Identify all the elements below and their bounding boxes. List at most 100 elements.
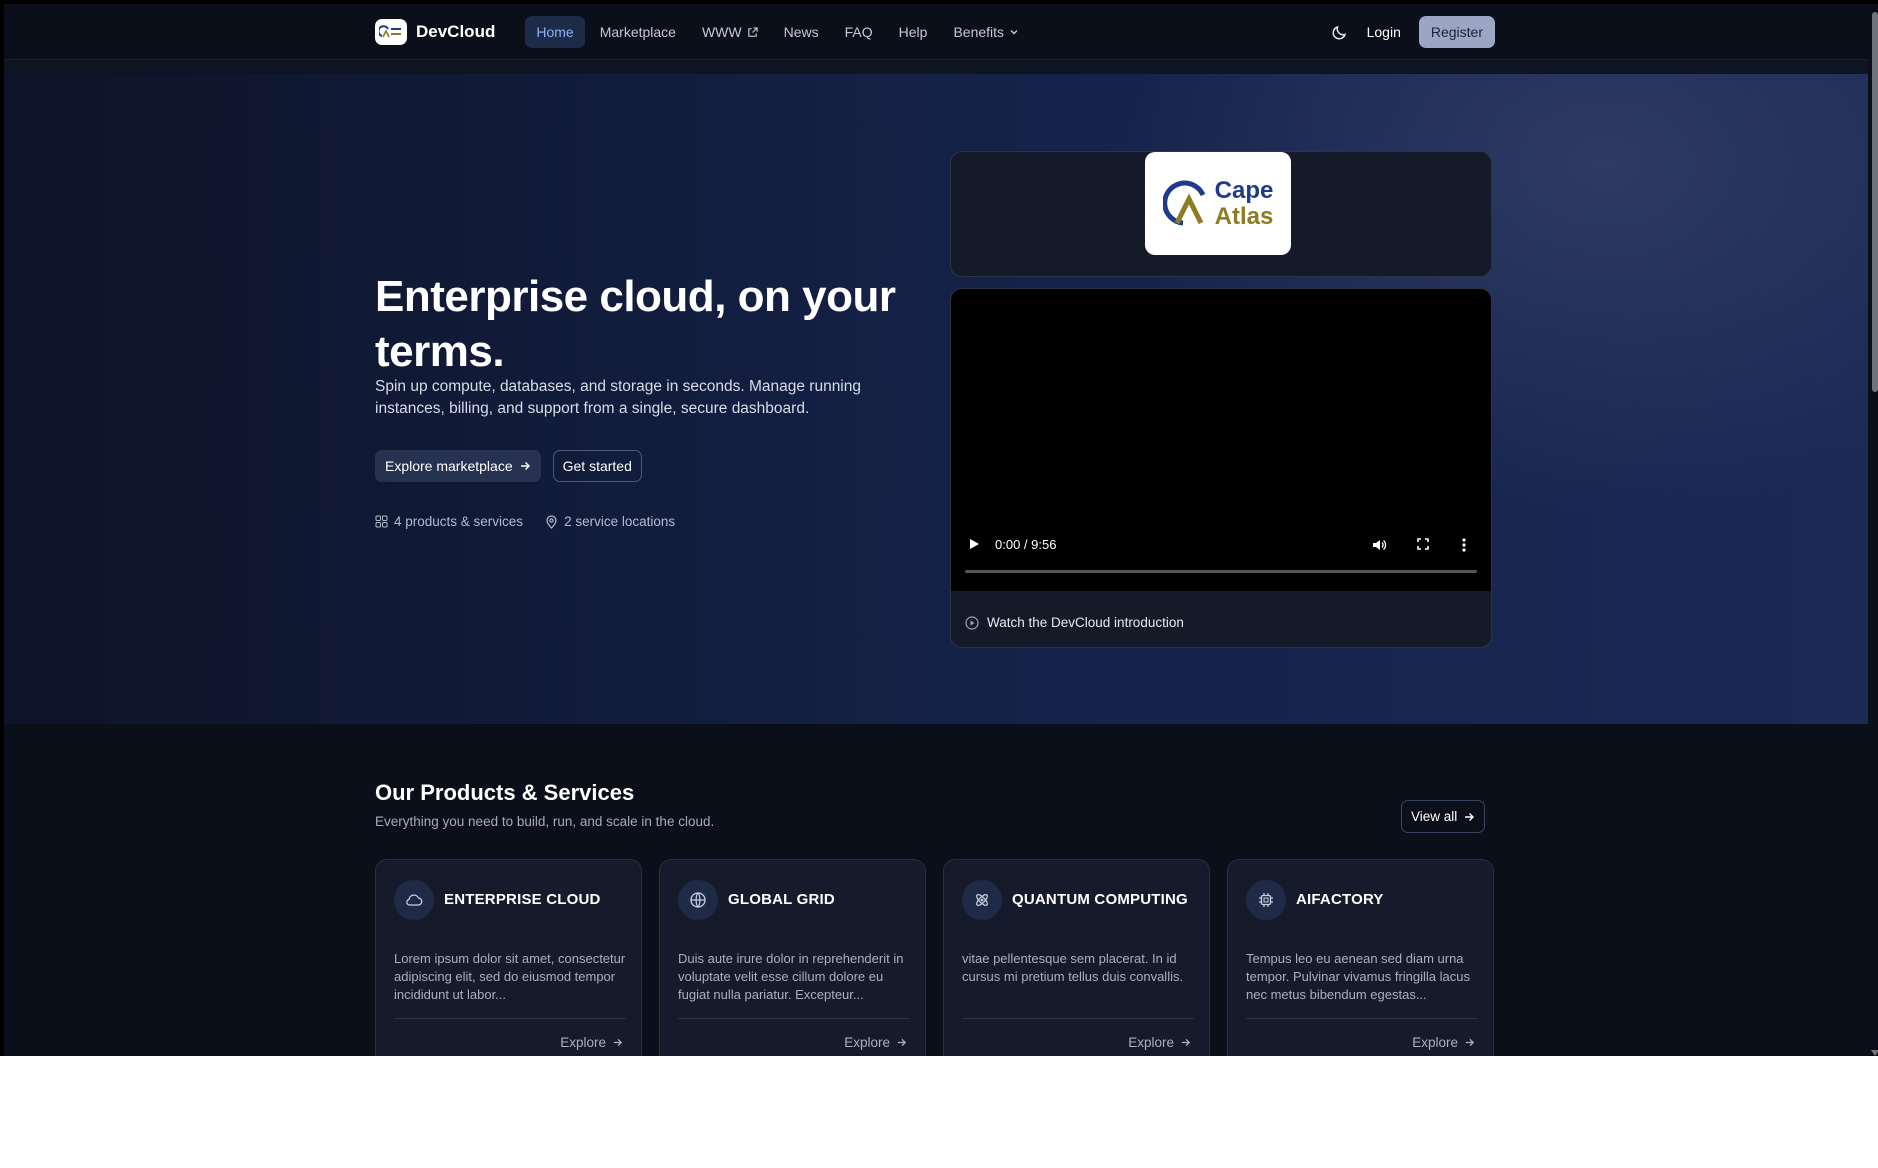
arrow-right-icon [1465,812,1475,821]
explore-link[interactable]: Explore [1128,1035,1191,1050]
product-card-aifactory[interactable]: AIFACTORY Tempus leo eu aenean sed diam … [1227,859,1494,1056]
explore-link-label: Explore [1412,1035,1458,1050]
nav-faq-label: FAQ [844,24,873,40]
explore-marketplace-button[interactable]: Explore marketplace [375,450,541,482]
scrollbar-thumb[interactable] [1872,12,1878,392]
get-started-button[interactable]: Get started [552,450,642,482]
card-divider [962,1018,1194,1019]
arrow-right-icon [520,462,530,470]
chip-icon [1246,880,1286,920]
arrow-right-icon [897,1038,907,1047]
product-card-description: Duis aute irure dolor in reprehenderit i… [678,951,904,1002]
play-icon [970,539,979,549]
play-circle-icon [965,615,979,630]
view-all-button[interactable]: View all [1401,800,1486,833]
hero-stats: 4 products & services 2 service location… [375,514,675,529]
dark-mode-toggle-icon[interactable] [1331,23,1349,41]
cloud-icon [394,880,434,920]
product-card-description: vitae pellentesque sem placerat. In id c… [962,951,1184,984]
brand-logo-icon [375,19,407,45]
explore-link-label: Explore [844,1035,890,1050]
cape-atlas-logo: Cape Atlas [1145,152,1291,255]
locations-count-stat: 2 service locations [545,514,675,529]
product-card-description: Tempus leo eu aenean sed diam urna tempo… [1246,951,1470,1002]
card-divider [1246,1018,1478,1019]
nav-marketplace-label: Marketplace [599,24,676,40]
video-time: 0:00 / 9:56 [995,537,1057,552]
products-count-stat: 4 products & services [375,514,523,529]
products-subtitle: Everything you need to build, run, and s… [375,814,715,829]
video-caption-text: Watch the DevCloud introduction [987,615,1184,630]
cape-atlas-mark-icon [1162,180,1205,225]
brand[interactable]: DevCloud [375,19,495,45]
browser-viewport: DevCloud Home Marketplace WWW News FAQ H… [0,0,1878,1056]
nav-www[interactable]: WWW [691,16,769,48]
nav-home-label: Home [536,24,574,40]
register-button[interactable]: Register [1418,16,1495,48]
logo-text-cape: Cape [1214,176,1274,204]
logo-text-atlas: Atlas [1214,202,1274,230]
brand-name: DevCloud [416,22,496,41]
external-link-icon [747,26,758,37]
more-vertical-icon [1462,538,1466,552]
intro-video-card: 0:00 / 9:56 Watch the DevCloud introduct… [950,288,1492,648]
product-card-enterprise-cloud[interactable]: ENTERPRISE CLOUD Lorem ipsum dolor sit a… [375,859,642,1056]
scroll-down-arrow-icon[interactable] [1871,1050,1878,1056]
nav-divider-strip [4,60,1868,74]
fullscreen-button[interactable] [1416,537,1430,551]
hero-subtitle: Spin up compute, databases, and storage … [375,378,861,417]
product-card-title: QUANTUM COMPUTING [1012,891,1188,908]
nav-news-label: News [783,24,819,40]
play-button[interactable] [967,537,981,551]
products-title: Our Products & Services [375,780,635,805]
login-link[interactable]: Login [1367,24,1401,40]
product-card-quantum-computing[interactable]: QUANTUM COMPUTING vitae pellentesque sem… [943,859,1210,1056]
product-card-title: GLOBAL GRID [728,891,835,908]
product-card-description: Lorem ipsum dolor sit amet, consectetur … [394,951,626,1002]
product-card-title: AIFACTORY [1296,891,1384,908]
nav-faq[interactable]: FAQ [834,16,884,48]
nav-news[interactable]: News [773,16,830,48]
explore-link[interactable]: Explore [560,1035,623,1050]
nav-benefits-label: Benefits [953,24,1005,40]
volume-icon [1373,540,1387,550]
product-cards: ENTERPRISE CLOUD Lorem ipsum dolor sit a… [375,859,1494,1056]
explore-link[interactable]: Explore [844,1035,907,1050]
video-progress-bar[interactable] [965,570,1477,573]
product-card-title: ENTERPRISE CLOUD [444,891,601,908]
arrow-right-icon [613,1038,623,1047]
map-pin-icon [546,514,557,529]
hero-section: Enterprise cloud, on your terms. Spin up… [4,74,1868,724]
arrow-right-icon [1181,1038,1191,1047]
more-options-button[interactable] [1461,537,1467,553]
nav-www-label: WWW [701,24,742,40]
explore-marketplace-label: Explore marketplace [385,458,513,474]
fullscreen-icon [1417,538,1429,550]
explore-link-label: Explore [560,1035,606,1050]
page-scrollbar[interactable] [1868,4,1878,1056]
nav-marketplace[interactable]: Marketplace [589,16,687,48]
navbar-inner: DevCloud Home Marketplace WWW News FAQ H… [375,4,1495,60]
video-player[interactable]: 0:00 / 9:56 [951,289,1491,591]
grid-icon [375,515,388,528]
nav-right: Login Register [1331,16,1495,48]
explore-link[interactable]: Explore [1412,1035,1475,1050]
nav-benefits-dropdown[interactable]: Benefits [942,16,1030,48]
card-divider [394,1018,626,1019]
view-all-label: View all [1411,809,1458,824]
arrow-right-icon [1465,1038,1475,1047]
nav-home[interactable]: Home [525,16,585,48]
nav-help-label: Help [898,24,928,40]
globe-icon [678,880,718,920]
products-section: Our Products & Services Everything you n… [4,724,1868,1056]
atom-icon [962,880,1002,920]
volume-button[interactable] [1371,537,1387,553]
video-caption: Watch the DevCloud introduction [965,615,1184,630]
top-navbar: DevCloud Home Marketplace WWW News FAQ H… [4,4,1868,60]
nav-help[interactable]: Help [888,16,939,48]
chevron-down-icon [1010,30,1018,35]
explore-link-label: Explore [1128,1035,1174,1050]
hero-buttons: Explore marketplace Get started [375,450,642,482]
product-card-global-grid[interactable]: GLOBAL GRID Duis aute irure dolor in rep… [659,859,926,1056]
logo-card: Cape Atlas [950,151,1492,277]
